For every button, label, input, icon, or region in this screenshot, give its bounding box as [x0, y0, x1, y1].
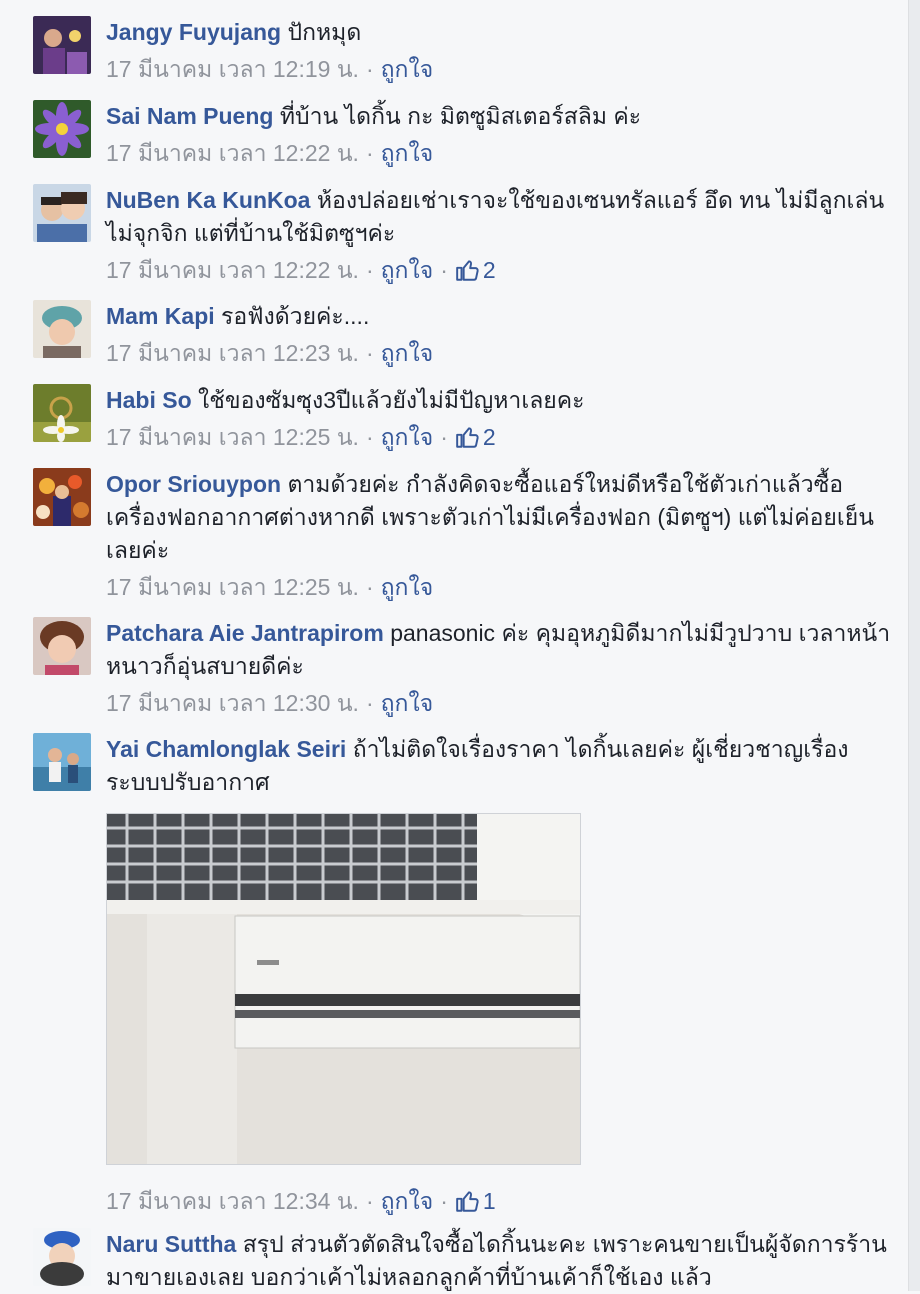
comment-author[interactable]: Naru Suttha	[106, 1231, 236, 1257]
comment-item: Opor Sriouypon ตามด้วยค่ะ กำลังคิดจะซื้อ…	[33, 468, 900, 605]
comment-item: Habi So ใช้ของซัมซุง3ปีแล้วยังไม่มีปัญหา…	[33, 384, 900, 455]
comment-item: NuBen Ka KunKoa ห้องปล่อยเช่าเราจะใช้ของ…	[33, 184, 900, 288]
comment-timestamp[interactable]: 17 มีนาคม เวลา 12:22 น.	[106, 252, 359, 288]
avatar[interactable]	[33, 300, 91, 358]
comment-text: ใช้ของซัมซุง3ปีแล้วยังไม่มีปัญหาเลยคะ	[198, 387, 585, 413]
comment-timestamp[interactable]: 17 มีนาคม เวลา 12:25 น.	[106, 569, 359, 605]
comment-author[interactable]: NuBen Ka KunKoa	[106, 187, 310, 213]
like-count-value: 1	[482, 1188, 496, 1214]
comment-timestamp[interactable]: 17 มีนาคม เวลา 12:19 น.	[106, 51, 359, 87]
comment-author[interactable]: Sai Nam Pueng	[106, 103, 273, 129]
comment-text: รอฟังด้วยค่ะ....	[221, 303, 370, 329]
comment-item: Patchara Aie Jantrapirom panasonic ค่ะ ค…	[33, 617, 900, 721]
comment-author[interactable]: Habi So	[106, 387, 192, 413]
comment-item: Mam Kapi รอฟังด้วยค่ะ.... 17 มีนาคม เวลา…	[33, 300, 900, 371]
avatar[interactable]	[33, 617, 91, 675]
comment-timestamp[interactable]: 17 มีนาคม เวลา 12:34 น.	[106, 1183, 359, 1219]
like-count[interactable]: 1	[455, 1183, 496, 1219]
like-button[interactable]: ถูกใจ	[381, 419, 434, 455]
like-count-value: 2	[482, 424, 496, 450]
like-count-value: 2	[482, 257, 496, 283]
comment-text: ที่บ้าน ไดกิ้น กะ มิตซูมิสเตอร์สลิม ค่ะ	[279, 103, 642, 129]
avatar[interactable]	[33, 100, 91, 158]
avatar[interactable]	[33, 184, 91, 242]
thumbs-up-icon	[456, 1191, 479, 1212]
avatar[interactable]	[33, 1228, 91, 1286]
comment-author[interactable]: Opor Sriouypon	[106, 471, 281, 497]
avatar[interactable]	[33, 733, 91, 791]
like-button[interactable]: ถูกใจ	[381, 252, 434, 288]
comment-timestamp[interactable]: 17 มีนาคม เวลา 12:22 น.	[106, 135, 359, 171]
attached-photo-air-conditioner[interactable]	[106, 813, 581, 1165]
like-button[interactable]: ถูกใจ	[381, 569, 434, 605]
comment-author[interactable]: Yai Chamlonglak Seiri	[106, 736, 346, 762]
comment-item: Sai Nam Pueng ที่บ้าน ไดกิ้น กะ มิตซูมิส…	[33, 100, 900, 171]
like-button[interactable]: ถูกใจ	[381, 51, 434, 87]
like-button[interactable]: ถูกใจ	[381, 1183, 434, 1219]
comment-item: Naru Suttha สรุป ส่วนตัวตัดสินใจซื้อไดกิ…	[33, 1228, 900, 1294]
avatar[interactable]	[33, 384, 91, 442]
scrollbar[interactable]	[908, 0, 920, 1291]
comment-text: ปักหมุด	[287, 19, 362, 45]
like-button[interactable]: ถูกใจ	[381, 685, 434, 721]
thumbs-up-icon	[456, 260, 479, 281]
comment-author[interactable]: Jangy Fuyujang	[106, 19, 281, 45]
thumbs-up-icon	[456, 427, 479, 448]
comment-item: Yai Chamlonglak Seiri ถ้าไม่ติดใจเรื่องร…	[33, 733, 900, 1219]
comment-timestamp[interactable]: 17 มีนาคม เวลา 12:30 น.	[106, 685, 359, 721]
avatar[interactable]	[33, 468, 91, 526]
comment-item: Jangy Fuyujang ปักหมุด 17 มีนาคม เวลา 12…	[33, 16, 900, 87]
comment-author[interactable]: Patchara Aie Jantrapirom	[106, 620, 384, 646]
avatar[interactable]	[33, 16, 91, 74]
like-button[interactable]: ถูกใจ	[381, 335, 434, 371]
like-count[interactable]: 2	[455, 419, 496, 455]
comment-author[interactable]: Mam Kapi	[106, 303, 215, 329]
like-button[interactable]: ถูกใจ	[381, 135, 434, 171]
comment-timestamp[interactable]: 17 มีนาคม เวลา 12:25 น.	[106, 419, 359, 455]
comment-timestamp[interactable]: 17 มีนาคม เวลา 12:23 น.	[106, 335, 359, 371]
like-count[interactable]: 2	[455, 252, 496, 288]
